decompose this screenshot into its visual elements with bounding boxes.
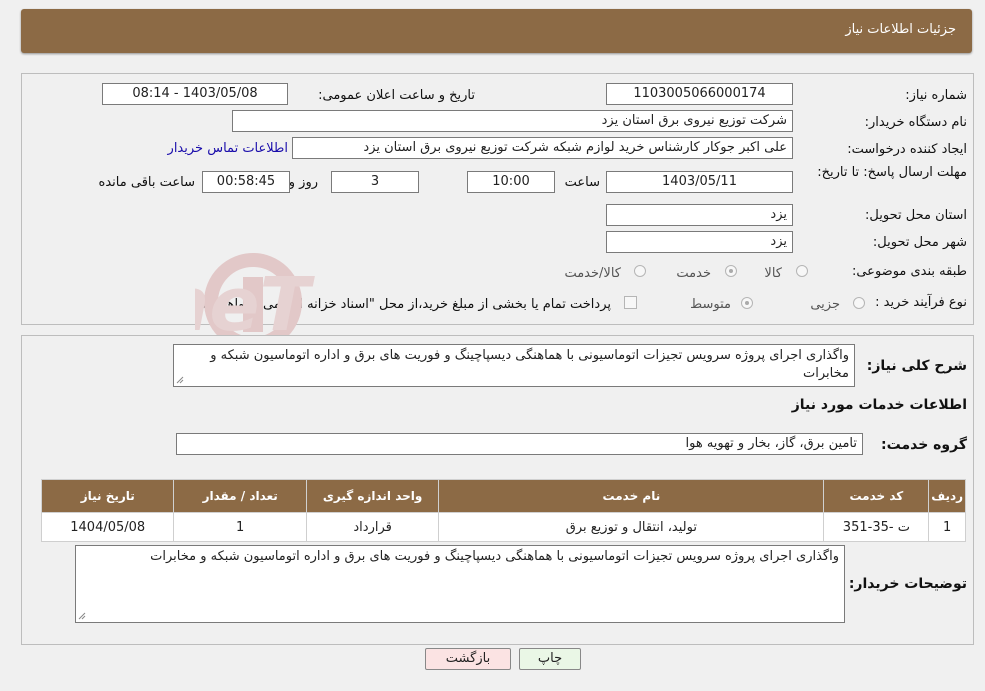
col-quantity: تعداد / مقدار <box>173 479 307 513</box>
buyer-field: شرکت توزیع نیروی برق استان یزد <box>232 110 793 132</box>
print-button[interactable]: چاپ <box>519 648 581 670</box>
category-radio-goods-service[interactable] <box>634 265 646 277</box>
page-header: جزئیات اطلاعات نیاز <box>21 9 972 53</box>
cell-row-number: 1 <box>928 512 966 542</box>
buyer-label: نام دستگاه خریدار: <box>864 115 967 130</box>
remaining-label: ساعت باقی مانده <box>98 175 195 190</box>
buyer-notes-label: توضیحات خریدار: <box>848 576 967 592</box>
col-unit: واحد اندازه گیری <box>305 479 440 513</box>
cell-need-date: 1404/05/08 <box>40 512 175 542</box>
cell-quantity: 1 <box>173 512 307 542</box>
page-title: جزئیات اطلاعات نیاز <box>845 22 956 37</box>
days-field: 3 <box>331 171 419 193</box>
deadline-label: مهلت ارسال پاسخ: تا تاریخ: <box>817 164 967 182</box>
col-service-name: نام خدمت <box>438 479 825 513</box>
buyer-contact-link[interactable]: اطلاعات تماس خریدار <box>168 141 288 156</box>
deadline-label-text: مهلت ارسال پاسخ: تا تاریخ: <box>817 165 967 180</box>
resize-handle-icon[interactable] <box>78 612 86 620</box>
col-need-date: تاریخ نیاز <box>40 479 175 513</box>
need-number-field: 1103005066000174 <box>606 83 793 105</box>
province-label: استان محل تحویل: <box>865 208 967 223</box>
summary-text: واگذاری اجرای پروژه سرویس تجیزات اتوماسی… <box>210 348 849 381</box>
services-title: اطلاعات خدمات مورد نیاز <box>791 397 967 413</box>
back-button[interactable]: بازگشت <box>425 648 511 670</box>
creator-label: ایجاد کننده درخواست: <box>847 142 967 157</box>
process-radio-minor[interactable] <box>853 297 865 309</box>
announce-field: 1403/05/08 - 08:14 <box>102 83 288 105</box>
province-field: یزد <box>606 204 793 226</box>
category-radio-goods[interactable] <box>796 265 808 277</box>
category-service-label: خدمت <box>676 266 711 281</box>
buyer-notes-text: واگذاری اجرای پروژه سرویس تجیزات اتوماسی… <box>150 549 839 564</box>
resize-handle-icon[interactable] <box>176 376 184 384</box>
deadline-date-field: 1403/05/11 <box>606 171 793 193</box>
table-header-row: ردیف کد خدمت نام خدمت واحد اندازه گیری ت… <box>40 479 966 513</box>
category-label: طبقه بندی موضوعی: <box>851 264 967 279</box>
city-field: یزد <box>606 231 793 253</box>
payment-note: پرداخت تمام یا بخشی از مبلغ خرید،از محل … <box>196 297 611 312</box>
process-label: نوع فرآیند خرید : <box>875 295 967 310</box>
remaining-time-field: 00:58:45 <box>202 171 290 193</box>
summary-textarea[interactable]: واگذاری اجرای پروژه سرویس تجیزات اتوماسی… <box>173 344 855 387</box>
col-row-number: ردیف <box>928 479 966 513</box>
process-radio-medium[interactable] <box>741 297 753 309</box>
announce-label: تاریخ و ساعت اعلان عمومی: <box>318 88 475 103</box>
service-group-label: گروه خدمت: <box>881 437 967 453</box>
buyer-notes-textarea[interactable]: واگذاری اجرای پروژه سرویس تجیزات اتوماسی… <box>75 545 845 623</box>
deadline-time-label: ساعت <box>564 175 600 190</box>
creator-field: علی اکبر جوکار کارشناس خرید لوازم شبکه ش… <box>292 137 793 159</box>
cell-unit: قرارداد <box>305 512 440 542</box>
cell-service-code: ت -35-351 <box>823 512 930 542</box>
table-row: 1 ت -35-351 تولید، انتقال و توزیع برق قر… <box>40 512 966 542</box>
process-minor-label: جزیی <box>810 297 840 312</box>
need-number-label: شماره نیاز: <box>905 88 967 103</box>
category-goods-label: کالا <box>764 266 782 281</box>
process-medium-label: متوسط <box>690 297 731 312</box>
category-goods-service-label: کالا/خدمت <box>564 266 621 281</box>
city-label: شهر محل تحویل: <box>872 235 967 250</box>
days-label: روز و <box>288 175 318 190</box>
category-radio-service[interactable] <box>725 265 737 277</box>
service-group-field: تامین برق، گاز، بخار و تهویه هوا <box>176 433 863 455</box>
summary-label: شرح کلی نیاز: <box>866 358 967 374</box>
services-table: ردیف کد خدمت نام خدمت واحد اندازه گیری ت… <box>40 479 966 542</box>
col-service-code: کد خدمت <box>823 479 930 513</box>
deadline-time-field: 10:00 <box>467 171 555 193</box>
treasury-payment-checkbox[interactable] <box>624 296 637 309</box>
cell-service-name: تولید، انتقال و توزیع برق <box>438 512 825 542</box>
